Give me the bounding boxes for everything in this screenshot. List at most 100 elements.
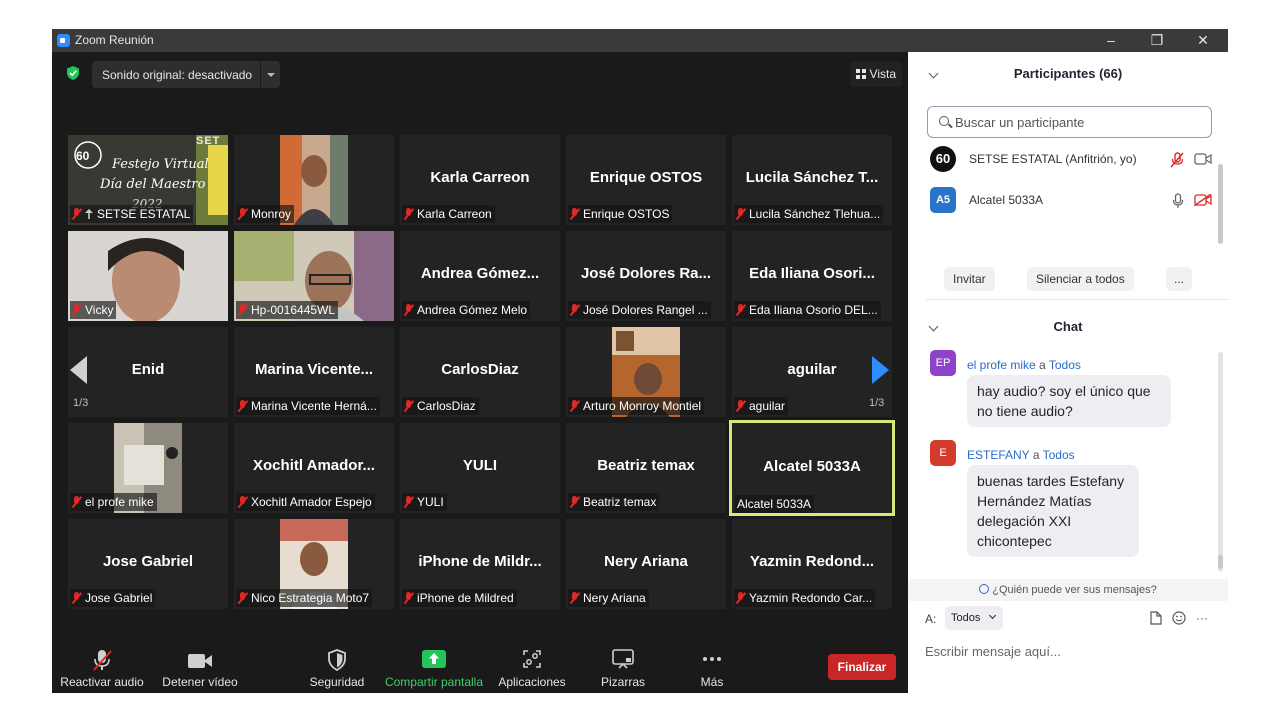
chat-message-header: ESTEFANY a Todos: [967, 448, 1075, 462]
title-bar: Zoom Reunión – ❐ ✕: [52, 29, 1228, 52]
minimize-button[interactable]: –: [1088, 29, 1134, 52]
recipient-label: A:: [925, 612, 937, 626]
collapse-chat-chevron-icon[interactable]: [928, 321, 939, 332]
video-tile-nico[interactable]: Nico Estrategia Moto7: [234, 519, 394, 609]
chat-more-button[interactable]: ···: [1196, 611, 1208, 625]
sender-name[interactable]: el profe mike: [967, 358, 1036, 372]
avatar: A5: [930, 187, 956, 213]
mute-all-button[interactable]: Silenciar a todos: [1027, 267, 1134, 291]
muted-mic-icon: [238, 208, 247, 220]
recipient-name[interactable]: Todos: [1043, 448, 1075, 462]
view-button[interactable]: Vista: [849, 62, 902, 87]
original-sound-dropdown[interactable]: Sonido original: desactivado: [92, 61, 280, 88]
share-screen-button[interactable]: Compartir pantalla: [382, 647, 486, 693]
video-camera-icon[interactable]: [1194, 153, 1212, 165]
banner-number: 60: [76, 149, 90, 163]
emoji-icon[interactable]: [1172, 611, 1186, 625]
video-tile-yazmin[interactable]: Yazmin Redond... Yazmin Redondo Car...: [732, 519, 892, 609]
video-tile-setse[interactable]: 60 Festejo Virtual Día del Maestro 2022 …: [68, 135, 228, 225]
video-tile-jose-dolores[interactable]: José Dolores Ra... José Dolores Rangel ..…: [566, 231, 726, 321]
muted-mic-icon: [736, 304, 745, 316]
apps-button[interactable]: Aplicaciones: [492, 647, 572, 693]
video-off-icon[interactable]: [1194, 194, 1212, 206]
video-tile-lucila[interactable]: Lucila Sánchez T... Lucila Sánchez Tlehua…: [732, 135, 892, 225]
video-tile-yuli[interactable]: YULI YULI: [400, 423, 560, 513]
security-button[interactable]: Seguridad: [302, 647, 372, 693]
muted-mic-icon: [238, 592, 247, 604]
participants-scrollbar[interactable]: [1218, 164, 1223, 244]
sender-name[interactable]: ESTEFANY: [967, 448, 1029, 462]
recipient-dropdown[interactable]: Todos: [945, 606, 1003, 630]
muted-mic-icon: [72, 496, 81, 508]
video-tile-enrique[interactable]: Enrique OSTOS Enrique OSTOS: [566, 135, 726, 225]
next-page-arrow-icon[interactable]: [872, 356, 889, 384]
video-tile-monroy[interactable]: Monroy: [234, 135, 394, 225]
video-camera-icon: [188, 654, 212, 668]
chat-message-input[interactable]: [925, 642, 1215, 660]
participant-search-input[interactable]: [955, 113, 1205, 131]
close-button[interactable]: ✕: [1180, 29, 1226, 52]
avatar: E: [930, 440, 956, 466]
video-tile-jose-gabriel[interactable]: Jose Gabriel Jose Gabriel: [68, 519, 228, 609]
participant-display-name: Andrea Gómez...: [420, 265, 540, 282]
collapse-participants-chevron-icon[interactable]: [928, 68, 939, 79]
unmute-audio-button[interactable]: Reactivar audio: [58, 647, 146, 693]
chat-scrollbar-thumb[interactable]: [1218, 555, 1223, 569]
video-tile-xochitl[interactable]: Xochitl Amador... Xochitl Amador Espejo: [234, 423, 394, 513]
participant-row[interactable]: 60 SETSE ESTATAL (Anfitrión, yo): [930, 144, 1220, 176]
more-button[interactable]: Más: [682, 647, 742, 693]
muted-mic-icon: [404, 304, 413, 316]
video-tile-alcatel-speaking[interactable]: Alcatel 5033A Alcatel 5033A: [729, 420, 895, 516]
participant-name-label: Jose Gabriel: [70, 589, 156, 607]
restore-button[interactable]: ❐: [1134, 29, 1180, 52]
participant-display-name: Marina Vicente...: [254, 361, 374, 378]
muted-mic-icon: [72, 304, 81, 316]
video-tile-carlosdiaz[interactable]: CarlosDiaz CarlosDiaz: [400, 327, 560, 417]
search-icon: [939, 116, 949, 126]
participant-name-label: CarlosDiaz: [402, 397, 479, 415]
video-tile-karla[interactable]: Karla Carreon Karla Carreon: [400, 135, 560, 225]
share-screen-icon: [422, 650, 446, 668]
invite-button[interactable]: Invitar: [944, 267, 995, 291]
grid-view-icon: [855, 69, 866, 79]
participant-search[interactable]: [927, 106, 1212, 138]
whiteboards-button[interactable]: Pizarras: [588, 647, 658, 693]
avatar: 60: [930, 146, 956, 172]
video-tile-profe-mike[interactable]: el profe mike: [68, 423, 228, 513]
whiteboard-icon: [612, 649, 634, 669]
who-can-see-messages[interactable]: ¿Quién puede ver sus mensajes?: [908, 579, 1228, 601]
video-tile-nery[interactable]: Nery Ariana Nery Ariana: [566, 519, 726, 609]
chevron-down-icon[interactable]: [260, 61, 280, 88]
participants-more-button[interactable]: ...: [1166, 267, 1193, 291]
video-tile-iphone-mildred[interactable]: iPhone de Mildr... iPhone de Mildred: [400, 519, 560, 609]
previous-page-arrow-icon[interactable]: [70, 356, 87, 384]
recipient-name[interactable]: Todos: [1049, 358, 1081, 372]
video-tile-eda[interactable]: Eda Iliana Osori... Eda Iliana Osorio DEL…: [732, 231, 892, 321]
participant-name: Alcatel 5033A: [969, 193, 1044, 207]
participant-name-label: Andrea Gómez Melo: [402, 301, 531, 319]
video-tile-aguilar[interactable]: aguilar aguilar: [732, 327, 892, 417]
participant-display-name: Karla Carreon: [430, 169, 530, 186]
video-tile-arturo[interactable]: Arturo Monroy Montiel: [566, 327, 726, 417]
security-shield-icon[interactable]: [66, 66, 80, 80]
muted-mic-icon[interactable]: [1170, 152, 1184, 168]
participant-display-name: iPhone de Mildr...: [418, 553, 542, 570]
participant-row[interactable]: A5 Alcatel 5033A: [930, 185, 1220, 217]
stop-video-button[interactable]: Detener vídeo: [156, 647, 244, 693]
video-tile-vicky[interactable]: Vicky: [68, 231, 228, 321]
end-meeting-button[interactable]: Finalizar: [828, 654, 896, 680]
more-label: Más: [700, 675, 724, 689]
participant-name: SETSE ESTATAL (Anfitrión, yo): [969, 152, 1137, 166]
microphone-icon[interactable]: [1172, 193, 1184, 209]
video-tile-marina[interactable]: Marina Vicente... Marina Vicente Herná...: [234, 327, 394, 417]
muted-mic-icon: [238, 400, 247, 412]
participants-title: Participantes (66): [1013, 66, 1123, 81]
video-tile-andrea[interactable]: Andrea Gómez... Andrea Gómez Melo: [400, 231, 560, 321]
participant-name-label: Nico Estrategia Moto7: [236, 589, 373, 607]
file-icon[interactable]: [1150, 611, 1162, 625]
video-tile-enid[interactable]: Enid: [68, 327, 228, 417]
video-tile-beatriz[interactable]: Beatriz temax Beatriz temax: [566, 423, 726, 513]
window-title: Zoom Reunión: [75, 33, 154, 47]
muted-mic-icon: [736, 208, 745, 220]
video-tile-hp[interactable]: Hp-0016445WL: [234, 231, 394, 321]
